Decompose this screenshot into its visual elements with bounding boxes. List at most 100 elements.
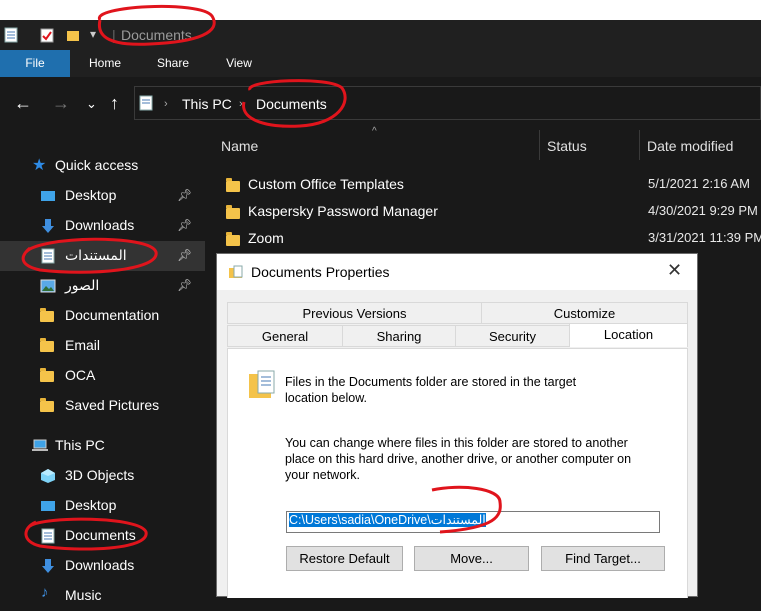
chevron-right-icon: ›	[164, 98, 168, 110]
sidebar-item-quick-access[interactable]: ★ Quick access	[0, 151, 205, 181]
folder-icon	[226, 232, 240, 246]
folder-icon	[40, 398, 56, 414]
sidebar-item-label: Saved Pictures	[65, 397, 160, 413]
sidebar-item-label: Desktop	[65, 187, 117, 203]
close-icon[interactable]: ✕	[667, 260, 682, 281]
info-text: Files in the Documents folder are stored…	[285, 375, 577, 405]
title-bar: ▾ | Documents	[0, 0, 761, 50]
properties-check-icon[interactable]	[40, 27, 54, 43]
sidebar-item-saved-pictures[interactable]: Saved Pictures	[0, 391, 205, 421]
find-target-button[interactable]: Find Target...	[541, 546, 665, 571]
breadcrumb-documents[interactable]: Documents	[256, 96, 327, 112]
sidebar-item-label: 3D Objects	[65, 467, 135, 483]
sidebar-item-this-pc[interactable]: This PC	[0, 431, 205, 461]
tab-sharing[interactable]: Sharing	[342, 325, 456, 347]
sidebar-item-downloads[interactable]: Downloads 📌︎	[0, 211, 205, 241]
sidebar-item-label: Email	[65, 337, 101, 353]
sidebar-item-label: OCA	[65, 367, 96, 383]
back-arrow-icon[interactable]: ←	[14, 93, 32, 114]
document-icon	[139, 95, 153, 111]
pictures-icon	[40, 279, 56, 293]
tab-general[interactable]: General	[227, 325, 343, 347]
sidebar-item-label: Documents	[65, 527, 136, 543]
sidebar-item-label: Downloads	[65, 217, 135, 233]
pin-icon[interactable]: 📌︎	[177, 278, 192, 292]
up-arrow-icon[interactable]: ↑	[110, 93, 119, 114]
tab-share[interactable]: Share	[148, 50, 198, 77]
file-name: Zoom	[248, 230, 284, 246]
properties-dialog: Documents Properties ✕ Previous Versions…	[216, 253, 698, 598]
move-button[interactable]: Move...	[414, 546, 529, 571]
forward-arrow-icon[interactable]: →	[52, 93, 70, 114]
sidebar-item-label: Downloads	[65, 557, 135, 573]
download-arrow-icon	[42, 219, 54, 233]
document-icon[interactable]	[4, 27, 18, 43]
tab-security[interactable]: Security	[455, 325, 570, 347]
sidebar-item-label: Desktop	[65, 497, 117, 513]
dialog-title: Documents Properties	[251, 264, 390, 280]
sidebar-item-label: المستندات	[65, 247, 127, 263]
sidebar-item-label: This PC	[55, 437, 105, 453]
tab-view[interactable]: View	[214, 50, 264, 77]
tab-customize[interactable]: Customize	[481, 302, 688, 324]
sidebar-item-pc-documents[interactable]: Documents	[0, 521, 205, 551]
folder-document-icon	[229, 265, 243, 278]
restore-default-button[interactable]: Restore Default	[286, 546, 403, 571]
sidebar-item-label: Quick access	[55, 157, 139, 173]
tab-file[interactable]: File	[0, 50, 70, 77]
sidebar-item-pc-desktop[interactable]: Desktop	[0, 491, 205, 521]
sidebar-item-3d-objects[interactable]: 3D Objects	[0, 461, 205, 491]
desktop-icon	[41, 501, 55, 511]
column-name[interactable]: Name	[221, 138, 258, 154]
tab-home[interactable]: Home	[80, 50, 130, 77]
file-row[interactable]: Kaspersky Password Manager 4/30/2021 9:2…	[220, 198, 761, 225]
pin-icon[interactable]: 📌︎	[177, 218, 192, 232]
sidebar-item-label: Music	[65, 587, 102, 603]
3d-objects-icon	[41, 469, 55, 483]
file-date: 5/1/2021 2:16 AM	[648, 176, 750, 191]
sidebar-item-pc-downloads[interactable]: Downloads	[0, 551, 205, 581]
divider: |	[112, 27, 116, 43]
sidebar-item-documents-arabic[interactable]: المستندات 📌︎	[0, 241, 205, 271]
sidebar-item-desktop[interactable]: Desktop 📌︎	[0, 181, 205, 211]
tab-location[interactable]: Location	[569, 323, 688, 347]
path-value: C:\Users\sadia\OneDrive\المستندات	[289, 513, 486, 527]
column-status[interactable]: Status	[547, 138, 587, 154]
folder-icon	[40, 308, 56, 324]
pin-icon[interactable]: 📌︎	[177, 248, 192, 262]
tab-previous-versions[interactable]: Previous Versions	[227, 302, 482, 324]
sidebar-item-label: Documentation	[65, 307, 160, 323]
sort-up-icon: ^	[372, 126, 377, 137]
folder-icon	[226, 205, 240, 219]
dialog-title-bar: Documents Properties ✕	[217, 254, 697, 290]
star-icon: ★	[32, 157, 47, 174]
sidebar-item-pictures-arabic[interactable]: الصور 📌︎	[0, 271, 205, 301]
location-path-input[interactable]: C:\Users\sadia\OneDrive\المستندات	[286, 511, 660, 533]
pin-icon[interactable]: 📌︎	[177, 188, 192, 202]
chevron-right-icon: ›	[239, 98, 243, 110]
sidebar-item-music[interactable]: ♪ Music	[0, 581, 205, 611]
ribbon: File Home Share View	[0, 50, 761, 77]
sidebar-item-oca[interactable]: OCA	[0, 361, 205, 391]
recent-dropdown-icon[interactable]: ⌄	[86, 96, 97, 112]
file-row[interactable]: Zoom 3/31/2021 11:39 PM	[220, 225, 761, 252]
folder-icon	[226, 178, 240, 192]
file-name: Custom Office Templates	[248, 176, 404, 192]
sidebar-item-documentation[interactable]: Documentation	[0, 301, 205, 331]
folder-icon[interactable]	[66, 27, 80, 43]
dropdown-icon[interactable]: ▾	[90, 27, 96, 41]
music-icon: ♪	[41, 584, 49, 601]
file-date: 3/31/2021 11:39 PM	[648, 230, 761, 245]
column-date-modified[interactable]: Date modified	[647, 138, 733, 154]
folder-icon	[40, 368, 56, 384]
window-title: Documents	[121, 27, 192, 43]
breadcrumb-this-pc[interactable]: This PC	[182, 96, 232, 112]
sidebar-item-label: الصور	[65, 277, 100, 293]
file-row[interactable]: Custom Office Templates 5/1/2021 2:16 AM	[220, 171, 761, 198]
document-icon	[41, 528, 55, 544]
document-icon	[41, 248, 55, 264]
desktop-icon	[41, 191, 55, 201]
download-arrow-icon	[42, 559, 54, 573]
computer-icon	[32, 439, 48, 451]
sidebar-item-email[interactable]: Email	[0, 331, 205, 361]
